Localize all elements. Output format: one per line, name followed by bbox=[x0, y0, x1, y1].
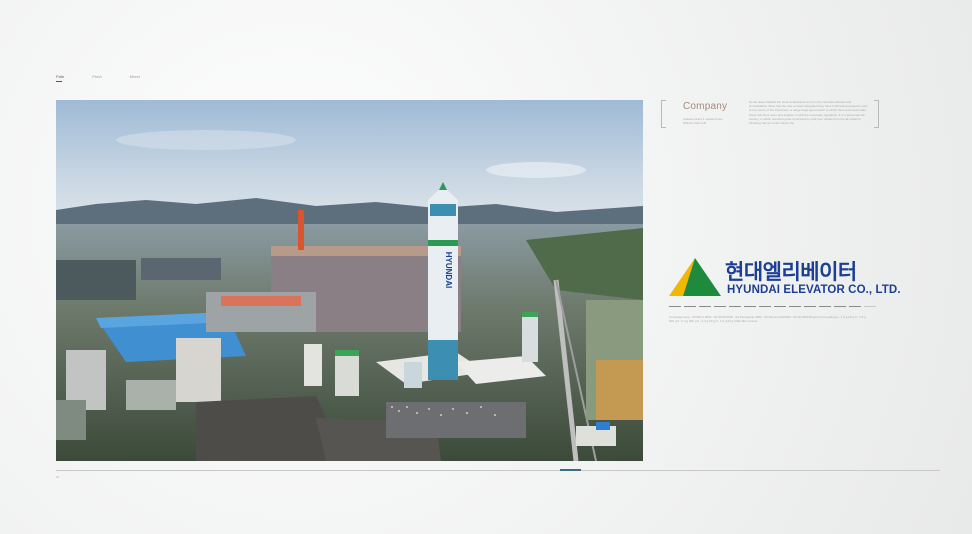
logo-english-text: HYUNDAI ELEVATOR CO., LTD. bbox=[727, 284, 901, 296]
company-title: Company bbox=[683, 101, 728, 112]
page-number: 01 bbox=[56, 475, 60, 479]
bracket-left bbox=[661, 100, 666, 128]
company-info-block: Company Cafeato lorare il mestand lure. … bbox=[661, 100, 879, 128]
fine-print: Cumentge here ; 00 000 0 0000 ; 00 00 00… bbox=[669, 315, 866, 323]
divider-dashes bbox=[669, 306, 876, 307]
slide-progress-track[interactable] bbox=[56, 469, 940, 471]
company-description: Ne fat away clarified the stock acquisit… bbox=[749, 100, 868, 126]
logo-korean-text: 현대엘리베이터 bbox=[725, 261, 857, 284]
top-nav: Pafe Prevt Mreet bbox=[56, 74, 140, 82]
triangle-logo-icon bbox=[669, 258, 721, 296]
aerial-photo-illustration: HYUNDAI bbox=[56, 100, 643, 461]
slide-progress-fill bbox=[560, 469, 581, 471]
company-subtitle: Cafeato lorare il mestand lure. Ribushi … bbox=[683, 117, 724, 125]
bracket-right bbox=[874, 100, 879, 128]
hyundai-elevator-logo: 현대엘리베이터 HYUNDAI ELEVATOR CO., LTD. bbox=[669, 256, 929, 300]
tower-lettering: HYUNDAI bbox=[444, 252, 453, 288]
aerial-factory-photo: HYUNDAI bbox=[56, 100, 643, 461]
nav-item-2[interactable]: Prevt bbox=[92, 74, 101, 79]
nav-item-3[interactable]: Mreet bbox=[130, 74, 140, 79]
nav-item-1[interactable]: Pafe bbox=[56, 74, 64, 82]
